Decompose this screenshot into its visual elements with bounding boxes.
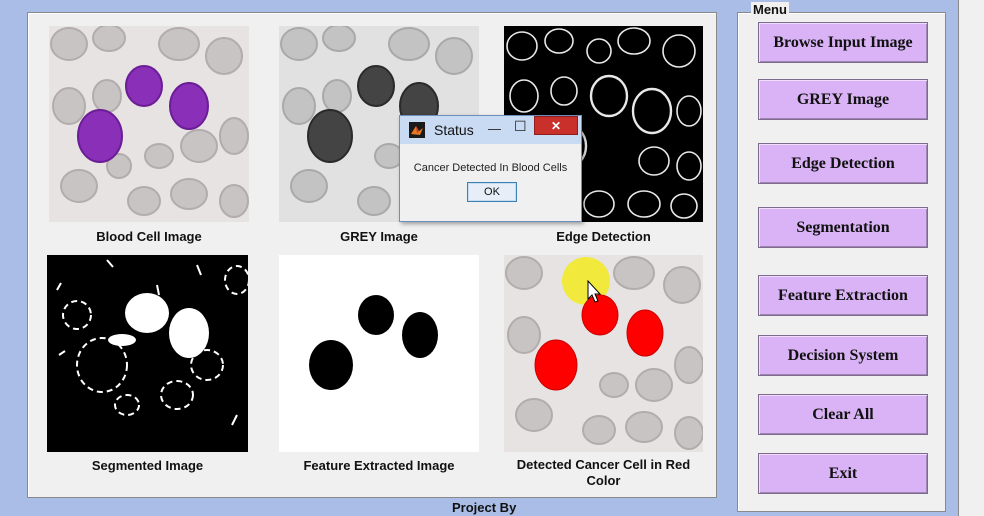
segmented-image (47, 255, 248, 452)
detected-cancer-image (504, 255, 703, 452)
decision-system-button[interactable]: Decision System (758, 335, 928, 376)
dialog-title: Status (434, 122, 474, 138)
window-right-edge (958, 0, 984, 516)
minimize-icon[interactable]: — (488, 121, 501, 136)
dialog-body: Cancer Detected In Blood Cells OK (405, 144, 576, 216)
feature-extracted-image (279, 255, 479, 452)
close-icon: ✕ (550, 118, 562, 133)
status-dialog: Status — ☐ ✕ Cancer Detected In Blood Ce… (399, 115, 582, 222)
detected-cancer-caption: Detected Cancer Cell in Red Color (516, 457, 691, 488)
project-by-label: Project By (452, 500, 517, 515)
ok-button[interactable]: OK (467, 182, 517, 202)
matlab-icon (409, 122, 425, 138)
feature-extracted-caption: Feature Extracted Image (303, 458, 455, 473)
clear-all-button[interactable]: Clear All (758, 394, 928, 435)
segmented-image-svg (56, 259, 248, 426)
browse-input-image-button[interactable]: Browse Input Image (758, 22, 928, 63)
segmented-image-caption: Segmented Image (91, 458, 204, 473)
blood-cell-image (49, 26, 249, 222)
feature-extracted-svg (309, 295, 438, 390)
exit-button[interactable]: Exit (758, 453, 928, 494)
dialog-message: Cancer Detected In Blood Cells (413, 162, 568, 174)
edge-detection-button[interactable]: Edge Detection (758, 143, 928, 184)
dialog-titlebar[interactable]: Status — ☐ ✕ (400, 116, 581, 144)
close-button[interactable]: ✕ (534, 116, 578, 135)
feature-extraction-button[interactable]: Feature Extraction (758, 275, 928, 316)
blood-cell-caption: Blood Cell Image (96, 229, 202, 244)
edge-detection-caption: Edge Detection (556, 229, 651, 244)
maximize-icon[interactable]: ☐ (514, 118, 527, 135)
grey-image-button[interactable]: GREY Image (758, 79, 928, 120)
segmentation-button[interactable]: Segmentation (758, 207, 928, 248)
detected-cancer-svg (505, 256, 703, 450)
blood-cell-svg (50, 26, 249, 218)
menu-title: Menu (751, 2, 789, 17)
grey-image-caption: GREY Image (340, 229, 418, 244)
